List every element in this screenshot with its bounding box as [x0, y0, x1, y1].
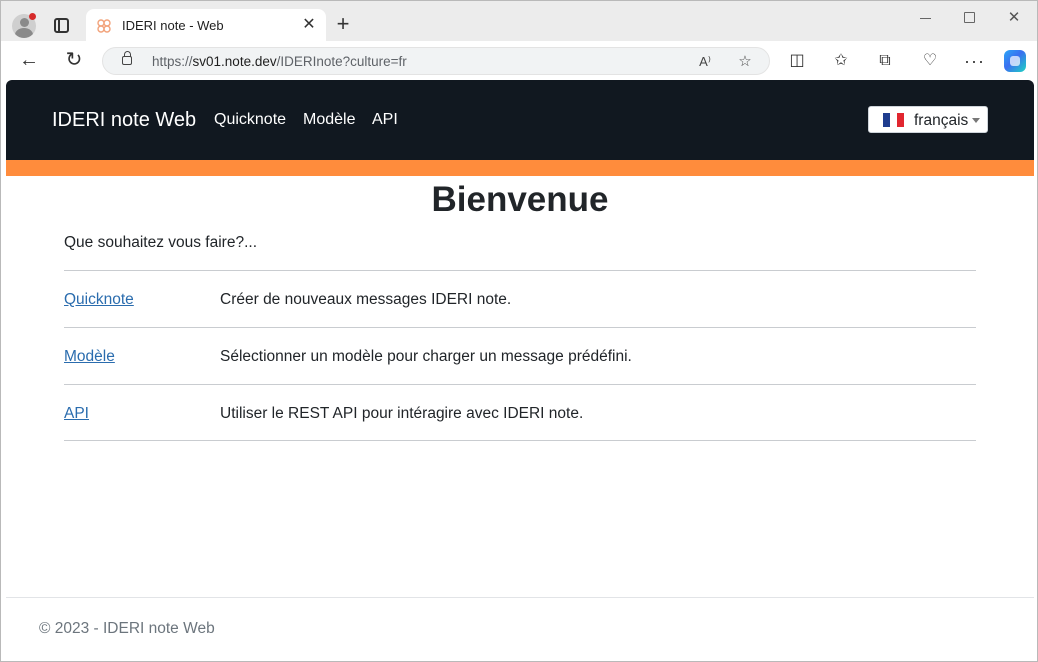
action-row-modele: Modèle Sélectionner un modèle pour charg…: [64, 327, 976, 384]
tab-title: IDERI note - Web: [122, 18, 224, 33]
reload-icon[interactable]: ↻: [62, 48, 86, 72]
api-description: Utiliser le REST API pour intéragire ave…: [220, 405, 584, 422]
maximize-icon[interactable]: [954, 7, 984, 29]
url-path: /IDERInote?culture=fr: [276, 54, 407, 69]
action-row-api: API Utiliser le REST API pour intéragire…: [64, 384, 976, 441]
plus-icon[interactable]: +: [333, 13, 353, 35]
avatar-head: [20, 18, 29, 27]
language-label: français: [914, 112, 969, 129]
intro-text: Que souhaitez vous faire?...: [64, 234, 258, 251]
action-list: Quicknote Créer de nouveaux messages IDE…: [64, 270, 976, 441]
close-window-icon[interactable]: ✕: [999, 7, 1029, 29]
api-link[interactable]: API: [64, 405, 89, 423]
caret-down-icon: [972, 118, 980, 123]
footer-text: © 2023 - IDERI note Web: [39, 620, 215, 637]
nav-link-modele[interactable]: Modèle: [303, 111, 355, 129]
tab-actions-icon[interactable]: [54, 18, 69, 33]
french-flag-icon: [883, 113, 904, 127]
url-scheme: https://: [152, 54, 193, 69]
favicon-icon: [97, 19, 111, 33]
copilot-icon[interactable]: [1004, 50, 1026, 72]
address-bar[interactable]: https://sv01.note.dev/IDERInote?culture=…: [102, 47, 770, 75]
nav-link-api[interactable]: API: [372, 111, 398, 129]
site-navbar: IDERI note Web Quicknote Modèle API fran…: [6, 80, 1034, 160]
browser-toolbar: ← ↻ https://sv01.note.dev/IDERInote?cult…: [1, 41, 1037, 80]
more-icon[interactable]: ···: [964, 51, 984, 71]
modele-description: Sélectionner un modèle pour charger un m…: [220, 348, 632, 365]
url-text[interactable]: https://sv01.note.dev/IDERInote?culture=…: [152, 54, 407, 69]
split-screen-icon[interactable]: ◫: [787, 51, 807, 71]
browser-titlebar: IDERI note - Web ✕ + ✕: [1, 1, 1037, 42]
favorites-icon[interactable]: ✩: [831, 51, 851, 71]
minimize-icon[interactable]: [911, 7, 941, 29]
navbar-brand[interactable]: IDERI note Web: [52, 109, 196, 132]
close-icon[interactable]: ✕: [301, 17, 317, 33]
read-aloud-icon[interactable]: A⁾: [695, 52, 715, 72]
browser-window: IDERI note - Web ✕ + ✕ ← ↻ https://sv01.…: [0, 0, 1038, 662]
notification-dot-icon: [29, 13, 36, 20]
modele-link[interactable]: Modèle: [64, 348, 115, 366]
avatar-body: [15, 28, 33, 38]
page-title: Bienvenue: [431, 180, 609, 219]
site-footer: © 2023 - IDERI note Web: [6, 597, 1034, 658]
nav-link-quicknote[interactable]: Quicknote: [214, 111, 286, 129]
lock-icon[interactable]: [122, 51, 132, 65]
browser-tab[interactable]: IDERI note - Web ✕: [86, 9, 326, 42]
language-select[interactable]: français: [868, 106, 988, 133]
url-domain: sv01.note.dev: [192, 54, 277, 69]
collections-icon[interactable]: ⧉: [875, 51, 895, 71]
quicknote-link[interactable]: Quicknote: [64, 291, 134, 309]
action-row-quicknote: Quicknote Créer de nouveaux messages IDE…: [64, 270, 976, 327]
quicknote-description: Créer de nouveaux messages IDERI note.: [220, 291, 512, 308]
page-viewport: IDERI note Web Quicknote Modèle API fran…: [6, 80, 1034, 658]
browser-essentials-icon[interactable]: ♡: [920, 51, 940, 71]
accent-bar: [6, 160, 1034, 176]
back-arrow-icon[interactable]: ←: [17, 48, 41, 72]
star-icon[interactable]: ☆: [735, 52, 755, 72]
